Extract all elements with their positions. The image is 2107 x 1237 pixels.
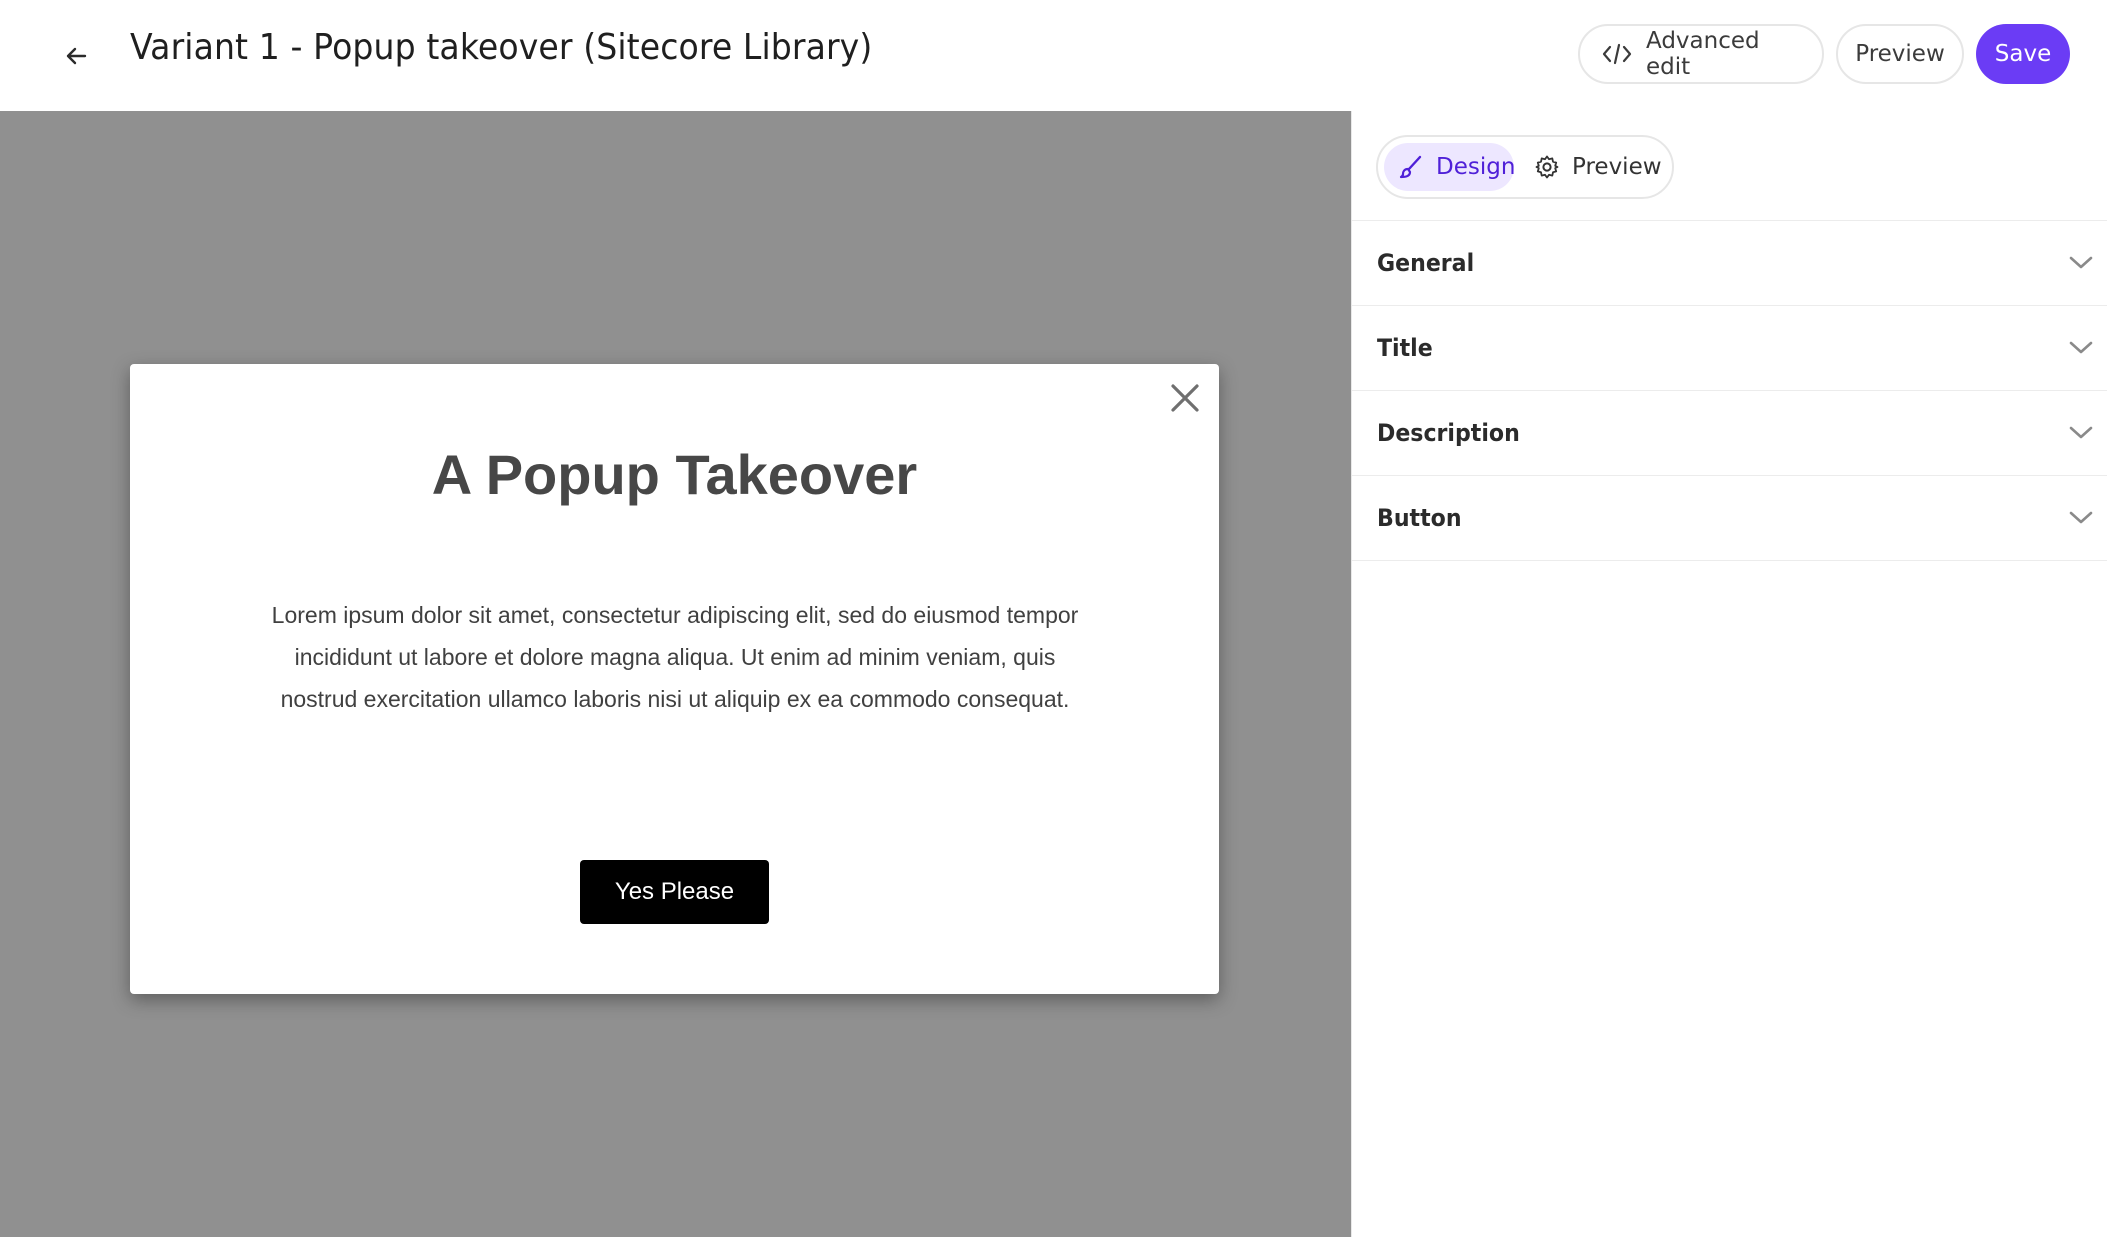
- top-header: Variant 1 - Popup takeover (Sitecore Lib…: [0, 0, 2107, 111]
- accordion-title[interactable]: Title: [1352, 306, 2107, 391]
- chevron-down-icon: [2068, 425, 2094, 441]
- advanced-edit-button[interactable]: Advanced edit: [1578, 24, 1824, 84]
- save-label: Save: [1994, 41, 2052, 67]
- save-button[interactable]: Save: [1976, 24, 2070, 84]
- gear-icon: [1534, 154, 1560, 180]
- chevron-down-icon: [2068, 255, 2094, 271]
- accordion-general[interactable]: General: [1352, 221, 2107, 306]
- header-actions: Advanced edit Preview Save: [1578, 24, 2070, 84]
- accordion-general-label: General: [1377, 249, 1475, 277]
- tab-design-label: Design: [1436, 154, 1516, 180]
- chevron-down-icon: [2068, 340, 2094, 356]
- preview-button[interactable]: Preview: [1836, 24, 1964, 84]
- mode-toggle: Design Preview: [1376, 135, 1674, 199]
- preview-label: Preview: [1855, 41, 1945, 67]
- popup-description: Lorem ipsum dolor sit amet, consectetur …: [271, 602, 1079, 712]
- arrow-left-icon: [65, 46, 87, 66]
- tab-preview-label: Preview: [1572, 154, 1662, 180]
- accordion-button-label: Button: [1377, 504, 1462, 532]
- popup-cta-button[interactable]: Yes Please: [580, 860, 769, 924]
- chevron-down-icon: [2068, 510, 2094, 526]
- tab-design[interactable]: Design: [1384, 143, 1516, 191]
- settings-accordion: General Title Description Button: [1352, 220, 2107, 561]
- tab-preview[interactable]: Preview: [1520, 143, 1676, 191]
- page-title: Variant 1 - Popup takeover (Sitecore Lib…: [130, 27, 873, 68]
- advanced-edit-label: Advanced edit: [1646, 28, 1760, 80]
- code-icon: [1602, 42, 1632, 66]
- popup-close-button[interactable]: [1165, 378, 1205, 418]
- accordion-description[interactable]: Description: [1352, 391, 2107, 476]
- popup-takeover: A Popup Takeover Lorem ipsum dolor sit a…: [130, 364, 1219, 994]
- close-icon: [1170, 383, 1200, 413]
- popup-title: A Popup Takeover: [431, 443, 918, 506]
- back-button[interactable]: [56, 36, 96, 76]
- popup-cta-label: Yes Please: [614, 878, 735, 905]
- accordion-description-label: Description: [1377, 419, 1520, 447]
- paintbrush-icon: [1398, 154, 1424, 180]
- accordion-title-label: Title: [1377, 334, 1433, 362]
- settings-panel: Design Preview General Title Description…: [1351, 111, 2107, 1237]
- accordion-button[interactable]: Button: [1352, 476, 2107, 561]
- design-canvas: A Popup Takeover Lorem ipsum dolor sit a…: [0, 111, 1351, 1237]
